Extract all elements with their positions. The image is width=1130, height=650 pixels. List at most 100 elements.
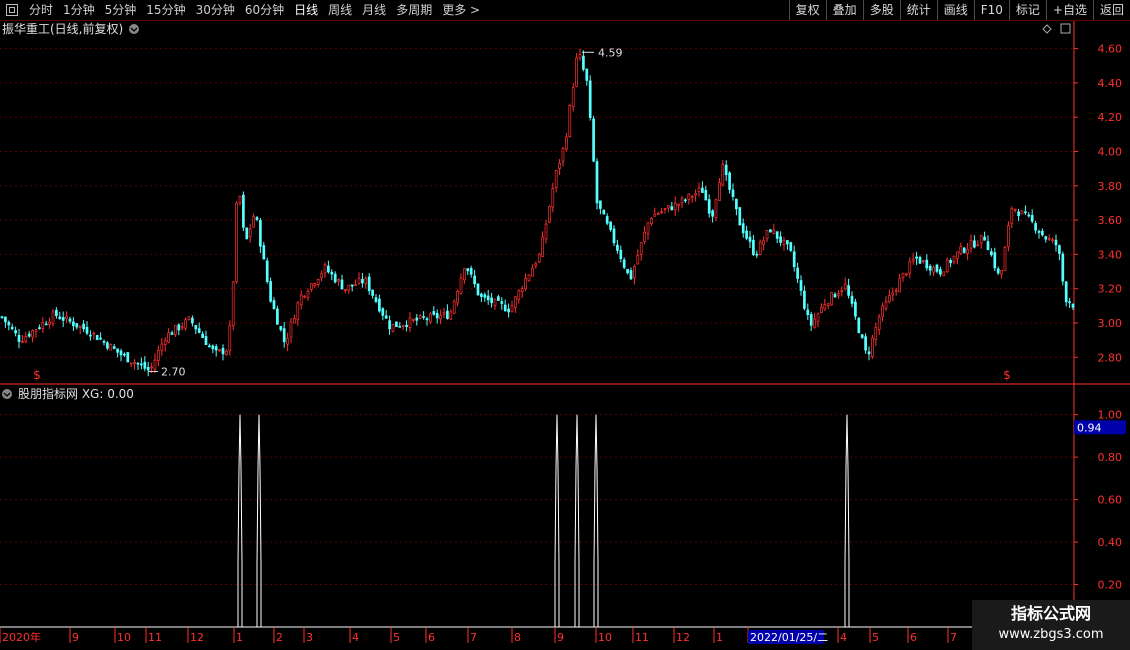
candle-body — [320, 273, 323, 279]
candle-body — [211, 345, 215, 350]
period-tab-7[interactable]: 周线 — [323, 0, 357, 20]
high-price-label: 4.59 — [598, 46, 623, 59]
candle-body — [1037, 231, 1041, 233]
candle-body — [333, 273, 337, 283]
candle-body — [599, 200, 602, 209]
toolbar-button-0[interactable]: 复权 — [788, 0, 826, 20]
candle-body — [493, 298, 497, 306]
period-tab-4[interactable]: 30分钟 — [191, 0, 240, 20]
indicator-spikes — [237, 414, 850, 627]
candle-body — [639, 242, 643, 255]
candle-body — [758, 241, 762, 255]
candle-body — [340, 279, 344, 290]
candle-body — [558, 162, 561, 169]
candle-body — [517, 290, 521, 300]
time-label-19: 4 — [840, 631, 847, 644]
candle-body — [1030, 215, 1034, 222]
period-tab-5[interactable]: 60分钟 — [240, 0, 289, 20]
toolbar-button-2[interactable]: 多股 — [862, 0, 900, 20]
candle-body — [888, 295, 891, 302]
indicator-value-badge: 0.94 — [1077, 421, 1102, 434]
candle-body — [354, 284, 357, 287]
indicator-dropdown-icon — [2, 389, 12, 399]
candle-body — [327, 265, 330, 273]
toolbar-right-buttons: 复权 叠加 多股 统计 画线 F10 标记 +自选 返回 — [788, 0, 1130, 20]
time-label-21: 6 — [910, 631, 917, 644]
indicator-spike-5 — [844, 414, 850, 627]
candle-body — [554, 170, 558, 188]
candle-body — [541, 236, 544, 257]
toolbar-button-6[interactable]: +自选 — [1045, 0, 1093, 20]
candle-body — [129, 362, 133, 365]
indicator-tick-label-0: 0.20 — [1098, 579, 1123, 592]
candle-body — [262, 245, 266, 260]
candle-body — [296, 302, 300, 320]
candle-body — [299, 294, 303, 306]
candle-body — [1003, 247, 1007, 272]
candle-body — [92, 332, 96, 335]
stock-chart[interactable]: 2.80 3.00 3.20 3.40 3.60 3.80 4.00 4.20 4.40 4.60… — [0, 21, 1130, 650]
candle-body — [718, 182, 721, 201]
candle-body — [945, 259, 949, 273]
candle-body — [966, 249, 969, 254]
candle-body — [170, 332, 174, 335]
candle-body — [548, 206, 551, 223]
toolbar-button-8[interactable]: 标记 — [1008, 0, 1046, 20]
candle-body — [361, 278, 364, 284]
candle-body — [459, 277, 463, 294]
candle-body — [806, 309, 810, 315]
candle-body — [225, 350, 228, 355]
candle-body — [418, 315, 422, 319]
candle-body — [1058, 245, 1061, 254]
candle-body — [422, 316, 425, 318]
toolbar-button-1[interactable]: 叠加 — [825, 0, 863, 20]
period-tab-1[interactable]: 1分钟 — [58, 0, 100, 20]
period-tab-2[interactable]: 5分钟 — [100, 0, 142, 20]
main-panel-title: 振华重工(日线,前复权) — [2, 21, 123, 36]
candle-body — [833, 293, 837, 298]
period-tab-9[interactable]: 多周期 — [391, 0, 437, 20]
toolbar-button-3[interactable]: 统计 — [899, 0, 937, 20]
indicator-spike-1 — [256, 414, 262, 627]
candle-body — [775, 231, 779, 239]
candle-body — [765, 229, 769, 240]
candle-body — [140, 363, 143, 366]
candle-body — [670, 206, 674, 211]
toolbar-button-5[interactable]: F10 — [973, 0, 1009, 20]
toolbar-button-7[interactable]: 返回 — [1092, 0, 1130, 20]
price-tick-label-6: 4.00 — [1098, 145, 1123, 158]
candle-body — [690, 196, 694, 198]
candle-body — [490, 297, 493, 304]
toolbar-button-4[interactable]: 画线 — [936, 0, 974, 20]
period-tab-8[interactable]: 月线 — [357, 0, 391, 20]
period-tab-10[interactable]: 更多 > — [437, 0, 485, 20]
main-title-dropdown-icon[interactable] — [129, 24, 139, 34]
candle-body — [265, 260, 269, 282]
candle-body — [500, 301, 504, 304]
candle-body — [565, 136, 568, 150]
indicator-tick-label-1: 0.40 — [1098, 536, 1123, 549]
candle-body — [884, 301, 888, 309]
candle-body — [177, 324, 181, 331]
candle-body — [656, 213, 660, 215]
candle-body — [469, 268, 473, 275]
watermark-logo-text: 指标公式网 — [1010, 604, 1091, 623]
candle-body — [1041, 230, 1044, 236]
candle-body — [432, 311, 436, 315]
menu-icon[interactable] — [6, 4, 18, 16]
candle-body — [395, 321, 398, 328]
candle-body — [612, 228, 616, 244]
candle-body — [928, 265, 932, 271]
period-toolbar: 分时 1分钟 5分钟 15分钟 30分钟 60分钟 日线 周线 月线 多周期 更多 > 复权 叠加 多股… — [0, 0, 1130, 21]
candle-body — [221, 347, 225, 355]
time-label-10: 6 — [428, 631, 435, 644]
candle-body — [741, 223, 745, 234]
candle-body — [680, 198, 684, 203]
period-tab-3[interactable]: 15分钟 — [141, 0, 190, 20]
candle-body — [667, 205, 670, 209]
candle-body — [146, 366, 150, 371]
period-tab-0[interactable]: 分时 — [24, 0, 58, 20]
period-tab-6[interactable]: 日线 — [289, 0, 323, 20]
candle-body — [1000, 270, 1003, 275]
candle-body — [1064, 281, 1068, 303]
